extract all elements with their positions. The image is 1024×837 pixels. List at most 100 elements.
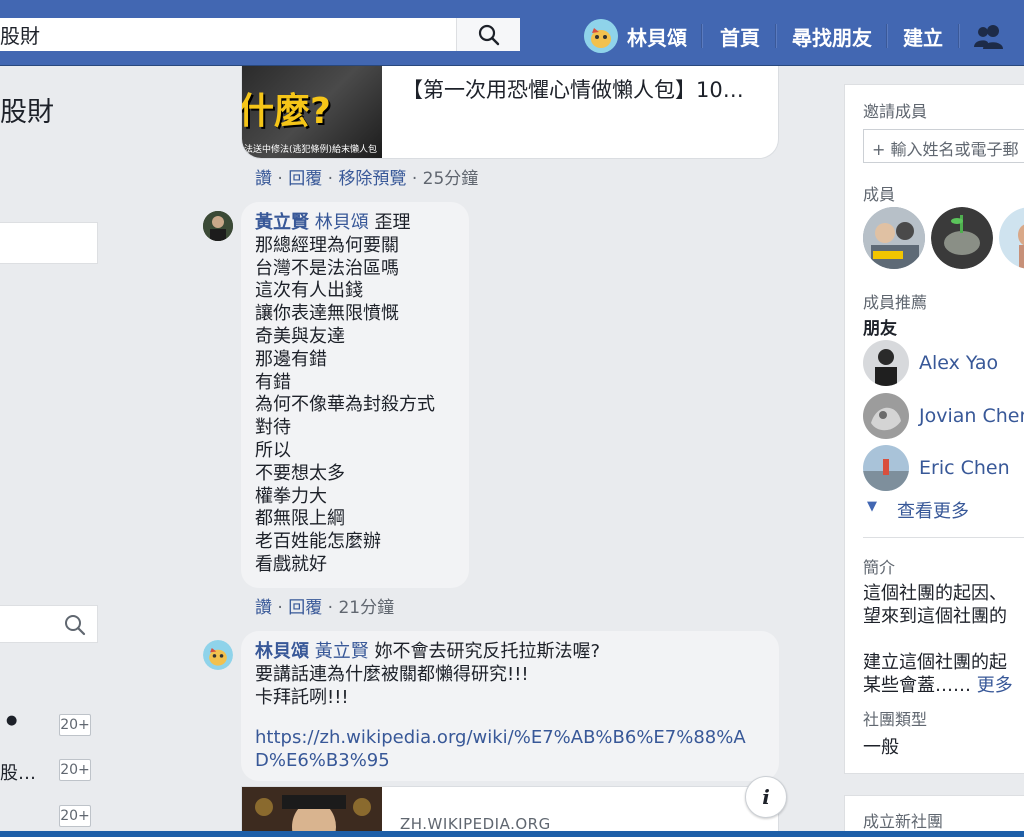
profile-link[interactable]: 林貝頌: [584, 18, 687, 54]
invite-members-input[interactable]: + 輸入姓名或電子郵: [863, 129, 1024, 163]
group-title[interactable]: 股財: [0, 90, 54, 129]
comment-mention[interactable]: 林貝頌: [315, 212, 369, 233]
friend-name[interactable]: Alex Yao: [919, 352, 998, 374]
info-button[interactable]: i: [745, 776, 787, 818]
nav-divider: [958, 24, 959, 48]
remove-preview-link[interactable]: 移除預覽: [338, 169, 406, 189]
about-text-line: 某些會蓋…… 更多: [863, 671, 1013, 697]
like-link[interactable]: 讚: [255, 598, 272, 618]
search-icon: [478, 24, 499, 45]
comment-link[interactable]: https://zh.wikipedia.org/wiki/%E7%AB%B6%…: [255, 727, 746, 771]
about-text-truncated: 某些會蓋……: [863, 675, 971, 696]
reply-link[interactable]: 回覆: [288, 169, 322, 189]
friend-name[interactable]: Jovian Chen: [919, 405, 1024, 427]
comment-line: 都無限上綱: [255, 508, 345, 530]
comment-author[interactable]: 黃立賢: [255, 212, 309, 233]
nav-create[interactable]: 建立: [903, 18, 943, 54]
left-list-item[interactable]: 20+: [0, 803, 100, 833]
group-type-value: 一般: [863, 737, 899, 758]
left-list-item-label: 股…: [0, 763, 36, 784]
friend-suggestion[interactable]: Jovian Chen: [863, 393, 1024, 439]
nav-divider: [701, 24, 702, 48]
member-avatar[interactable]: [863, 207, 925, 269]
left-panel-box[interactable]: [0, 222, 98, 264]
search-box: [0, 18, 520, 51]
comment-line: 卡拜託咧!!!: [255, 686, 349, 708]
about-more-link[interactable]: 更多: [977, 675, 1013, 696]
comment-line: 奇美與友達: [255, 325, 345, 347]
left-list-item[interactable]: 股… 20+: [0, 757, 100, 787]
count-badge: 20+: [59, 805, 91, 827]
link-preview-card[interactable]: 什麼? 法送中修法(逃犯條例)給末懶人包 【第一次用恐懼心情做懶人包】10…: [241, 66, 779, 159]
left-list-item[interactable]: ● 20+: [0, 711, 100, 741]
commenter-avatar[interactable]: [203, 211, 233, 241]
preview-thumbnail: 什麼? 法送中修法(逃犯條例)給末懶人包: [241, 66, 382, 158]
nav-home[interactable]: 首頁: [720, 18, 760, 54]
comment-timestamp[interactable]: 25分鐘: [423, 169, 479, 189]
comment-actions: 讚 · 回覆 · 移除預覽 · 25分鐘: [255, 169, 479, 189]
search-input[interactable]: [0, 18, 456, 51]
comment-line: 為何不像華為封殺方式: [255, 394, 435, 416]
friend-avatar: [863, 445, 909, 491]
group-sidebar: 邀請成員 + 輸入姓名或電子郵 成員 成員推薦 朋友 Alex Yao Jovi…: [844, 84, 1024, 774]
unread-dot: ●: [6, 713, 18, 728]
search-button[interactable]: [456, 18, 520, 51]
group-type-label: 社團類型: [863, 710, 928, 729]
top-navigation-bar: 林貝頌 首頁 尋找朋友 建立: [0, 0, 1024, 66]
nav-find-friends[interactable]: 尋找朋友: [792, 18, 872, 54]
preview-thumbnail-headline: 什麼?: [241, 91, 331, 132]
comment-line: 歪理: [374, 212, 411, 233]
invite-members-label: 邀請成員: [863, 102, 928, 121]
commenter-avatar[interactable]: [203, 640, 233, 670]
nav-home-label: 首頁: [720, 25, 760, 50]
friend-suggestion[interactable]: Eric Chen: [863, 445, 1024, 491]
create-new-group-label[interactable]: 成立新社團: [863, 808, 943, 832]
friends-icon: [974, 25, 1003, 49]
comment-actions: 讚 · 回覆 · 21分鐘: [255, 598, 395, 618]
member-avatar[interactable]: [931, 207, 993, 269]
comment-line: 老百姓能怎麼辦: [255, 531, 381, 553]
friend-requests-button[interactable]: [974, 18, 1006, 54]
comment-line: 不要想太多: [255, 462, 345, 484]
friend-avatar: [863, 393, 909, 439]
count-badge: 20+: [59, 714, 91, 736]
see-more-link[interactable]: 查看更多: [897, 497, 969, 523]
comment-line: 妳不會去研究反托拉斯法喔?: [374, 641, 601, 662]
comment-author[interactable]: 林貝頌: [255, 641, 309, 662]
link-thumbnail: [242, 787, 382, 837]
comment-line: 那總經理為何要關: [255, 234, 399, 256]
info-icon: i: [762, 785, 770, 809]
member-suggestions-label: 成員推薦: [863, 293, 928, 312]
friend-name[interactable]: Eric Chen: [919, 457, 1010, 479]
comment-bubble: 黃立賢 林貝頌 歪理 那總經理為何要關 台灣不是法治區嗎 這次有人出錢 讓你表達…: [241, 202, 469, 588]
preview-thumbnail-caption: 法送中修法(逃犯條例)給末懶人包: [244, 145, 378, 155]
like-link[interactable]: 讚: [255, 169, 272, 189]
left-search-box[interactable]: [0, 605, 98, 643]
chevron-down-icon: ▼: [867, 499, 877, 514]
nav-divider: [886, 24, 887, 48]
comment-line: 讓你表達無限憤慨: [255, 303, 399, 325]
comment-line: 權拳力大: [255, 485, 327, 507]
link-attachment-card[interactable]: ZH.WIKIPEDIA.ORG: [241, 786, 779, 837]
comment-line: 有錯: [255, 371, 291, 393]
nav-find-friends-label: 尋找朋友: [792, 25, 872, 50]
reply-link[interactable]: 回覆: [288, 598, 322, 618]
member-avatar[interactable]: [999, 207, 1024, 269]
search-icon: [65, 615, 86, 636]
divider: [863, 537, 1024, 538]
comment-mention[interactable]: 黃立賢: [315, 641, 369, 662]
user-name: 林貝頌: [627, 25, 687, 50]
friend-suggestion[interactable]: Alex Yao: [863, 340, 1024, 386]
comment-line: 對待: [255, 417, 291, 439]
comment-line: 要講話連為什麼被關都懶得研究!!!: [255, 663, 529, 685]
comment-line: 所以: [255, 439, 291, 461]
nav-create-label: 建立: [903, 25, 943, 50]
comment-line: 這次有人出錢: [255, 280, 363, 302]
user-avatar: [584, 19, 618, 53]
comment-timestamp[interactable]: 21分鐘: [338, 598, 394, 618]
friend-avatar: [863, 340, 909, 386]
nav-divider: [775, 24, 776, 48]
preview-title[interactable]: 【第一次用恐懼心情做懶人包】10…: [402, 76, 762, 105]
comment-line: 那邊有錯: [255, 348, 327, 370]
count-badge: 20+: [59, 759, 91, 781]
